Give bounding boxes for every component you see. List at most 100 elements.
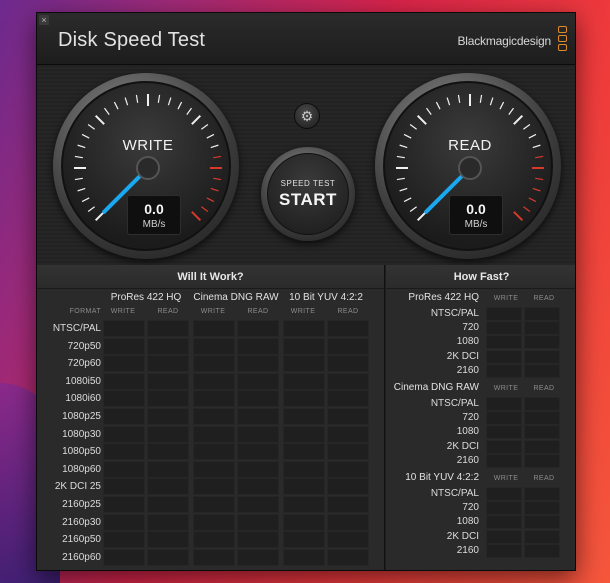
result-cell [103,390,145,408]
result-cell [147,408,189,425]
result-cell [283,548,325,566]
result-cell [147,460,189,478]
speed-cell [486,453,522,468]
start-button-caption: SPEED TEST [280,179,336,188]
read-gauge-tick [528,197,537,203]
read-gauge-tick [435,101,441,110]
result-cell [283,408,325,425]
result-cell [103,443,145,461]
write-gauge-label: WRITE [122,137,174,154]
result-cell [193,443,235,461]
result-cell [147,372,189,390]
read-gauge-tick [416,114,427,125]
result-cell [327,478,369,496]
speed-cell [486,487,522,501]
read-gauge-tick [396,177,405,181]
read-gauge-hub [458,156,482,180]
write-gauge-tick [206,197,215,203]
read-gauge-tick [426,107,432,115]
close-button[interactable]: × [39,15,49,25]
result-cell [237,531,279,549]
write-gauge-face: WRITE 0.0 MB/s [61,81,231,251]
speed-cell [486,321,522,336]
read-gauge-tick [403,197,412,203]
read-gauge-label: READ [448,137,492,154]
result-cell [283,531,325,549]
how-fast-row-label: 1080 [456,336,479,348]
codec-header: 10 Bit YUV 4:2:2 [289,292,363,303]
write-unit: MB/s [142,219,166,230]
read-gauge-tick [457,94,461,103]
read-gauge: READ 0.0 MB/s [375,73,561,259]
format-row-label: 1080i50 [65,375,101,387]
speed-cell [486,501,522,516]
result-cell [327,425,369,443]
result-cell [237,372,279,390]
read-gauge-tick [532,187,541,192]
read-column-label: READ [337,308,359,315]
result-cell [193,478,235,496]
brand-name: Blackmagicdesign [457,34,551,48]
read-gauge-tick [446,97,451,106]
write-gauge-tick [177,101,183,110]
read-column-label: READ [247,308,269,315]
result-cell [237,408,279,425]
speed-cell [524,349,560,364]
will-it-work-title: Will It Work? [37,265,384,289]
format-row-label: 1080p25 [62,411,101,422]
result-cell [193,337,235,355]
how-fast-row-label: 720 [462,322,479,334]
read-column-label: READ [533,295,555,302]
result-cell [327,460,369,478]
read-gauge-tick [489,97,494,106]
how-fast-row-label: 720 [462,502,479,514]
result-cell [103,531,145,549]
result-cell [193,372,235,390]
result-cell [147,337,189,355]
how-fast-row-label: 2K DCI [446,530,479,542]
result-cell [193,460,235,478]
read-gauge-tick [535,155,544,159]
result-cell [237,548,279,566]
result-cell [147,355,189,373]
write-value: 0.0 [144,201,164,217]
settings-button[interactable]: ⚙ [294,103,320,129]
result-cell [237,337,279,355]
result-cell [237,460,279,478]
read-gauge-tick [513,211,524,222]
how-fast-section-title: Cinema DNG RAW [393,382,479,393]
write-gauge-tick [213,177,222,181]
speed-cell [524,439,560,454]
write-gauge-hub [136,156,160,180]
result-cell [237,496,279,513]
codec-header: ProRes 422 HQ [110,292,182,303]
speed-test-start-button[interactable]: SPEED TEST START [261,147,355,241]
speed-cell [524,321,560,336]
result-cell [103,460,145,478]
will-it-work-panel: Will It Work? ProRes 422 HQ WRITE READ Cine… [37,265,385,570]
read-gauge-tick [535,177,544,181]
read-unit: MB/s [464,219,488,230]
result-cell [103,513,145,531]
speed-cell [524,515,560,530]
start-button-label: START [279,190,337,209]
how-fast-section-title: ProRes 422 HQ [408,292,479,303]
result-cell [237,355,279,373]
result-cell [193,548,235,566]
write-gauge-tick [135,94,139,103]
format-row-label: 2160p25 [62,499,101,510]
speed-cell [486,543,522,558]
how-fast-row-label: 1080 [456,426,479,438]
write-gauge-tick [74,177,83,181]
result-cell [237,320,279,337]
result-cell [327,320,369,337]
write-readout: 0.0 MB/s [127,195,181,235]
speed-cell [524,307,560,321]
read-gauge-tick [523,124,531,130]
brand-logo-icon [558,26,569,54]
how-fast-row-label: 1080 [456,516,479,528]
result-cell [103,355,145,373]
result-cell [147,513,189,531]
write-column-label: WRITE [493,475,519,482]
speed-cell [524,487,560,501]
